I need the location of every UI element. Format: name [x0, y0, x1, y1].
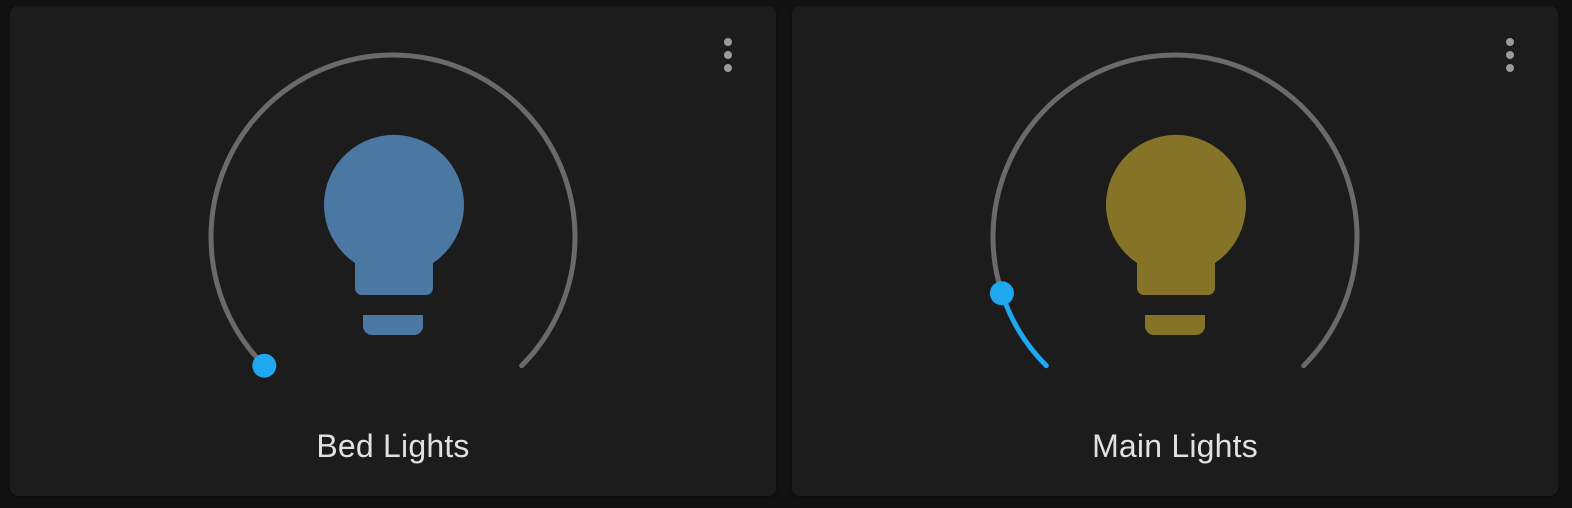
brightness-slider-handle[interactable] [252, 353, 277, 378]
more-options-button[interactable] [1498, 36, 1522, 76]
lightbulb-icon[interactable] [323, 134, 464, 335]
more-options-button[interactable] [716, 36, 740, 76]
card-title: Bed Lights [316, 428, 470, 464]
light-cards-grid: Bed Lights Main Lights [0, 0, 1572, 508]
brightness-dial [208, 52, 578, 378]
dots-vertical-icon [724, 38, 732, 72]
brightness-dial [989, 52, 1360, 369]
light-card-bed-lights: Bed Lights [10, 6, 776, 496]
dots-vertical-icon [1506, 38, 1514, 72]
lightbulb-icon[interactable] [1106, 134, 1246, 335]
brightness-slider-handle[interactable] [989, 281, 1014, 306]
dial-fill [999, 290, 1049, 369]
card-title: Main Lights [1092, 428, 1258, 464]
light-card-main-lights: Main Lights [792, 6, 1558, 496]
